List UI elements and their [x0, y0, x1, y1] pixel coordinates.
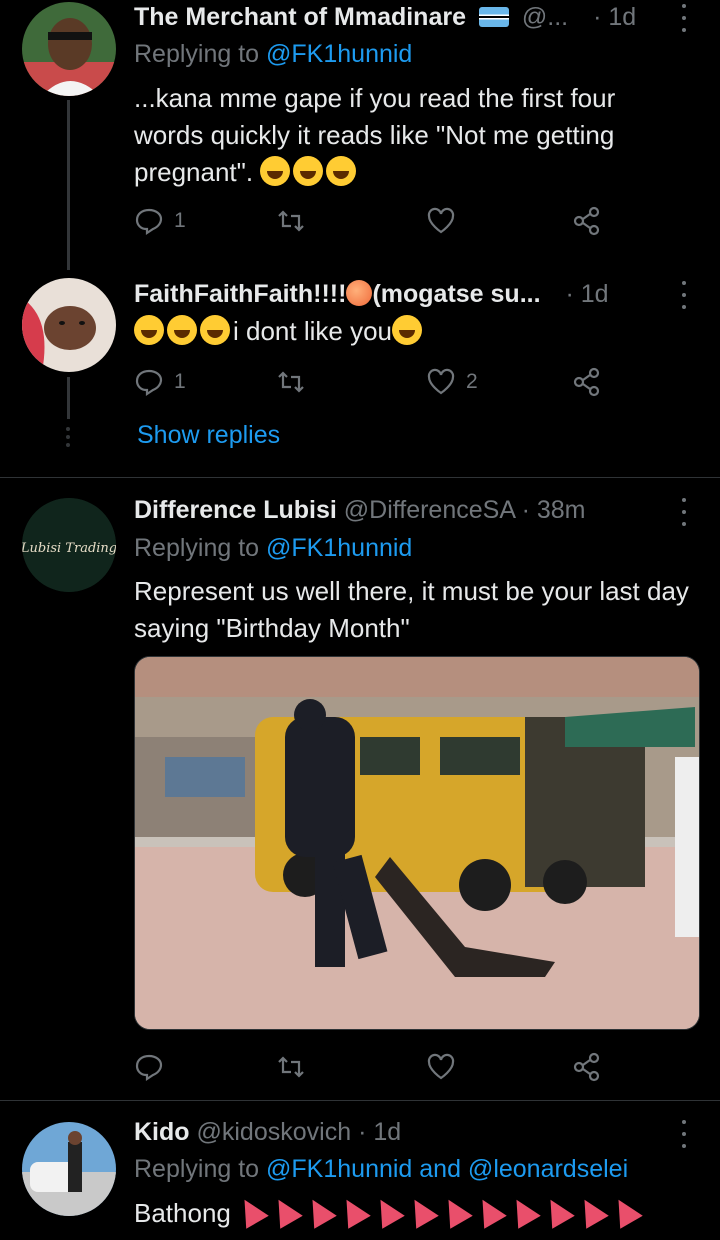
like-button[interactable] [426, 1050, 456, 1084]
party-popper-emoji [301, 1193, 337, 1229]
reply-button[interactable]: 1 [134, 365, 186, 399]
party-popper-emoji [471, 1193, 507, 1229]
timestamp[interactable]: · 1d [593, 3, 636, 31]
avatar[interactable]: Lubisi Trading [22, 498, 116, 592]
emoji-joy [200, 315, 230, 345]
like-icon [427, 207, 455, 234]
mention-link[interactable]: @FK1hunnid and @leonardselei [266, 1155, 628, 1183]
party-popper-emoji [607, 1193, 643, 1229]
mention-link[interactable]: @FK1hunnid [266, 534, 412, 562]
tweet-text: i dont like you [134, 313, 690, 350]
emoji-joy [167, 315, 197, 345]
flag-icon [478, 7, 509, 27]
share-button[interactable] [572, 204, 602, 238]
share-icon [573, 206, 600, 236]
tweet-actions: 1 [134, 204, 604, 238]
tweet-actions [134, 1050, 604, 1084]
more-icon[interactable] [674, 1120, 694, 1148]
tweet-merchant[interactable]: The Merchant of Mmadinare @... · 1d Repl… [0, 0, 720, 270]
emoji-joy [293, 156, 324, 186]
divider [0, 477, 720, 478]
display-name[interactable]: Kido [134, 1118, 190, 1146]
reply-button[interactable] [134, 1050, 164, 1084]
show-replies-link[interactable]: Show replies [137, 421, 280, 450]
like-icon [427, 368, 455, 395]
display-name[interactable]: The Merchant of Mmadinare [134, 3, 466, 31]
reply-icon [135, 208, 163, 236]
tweet-header: Kido @kidoskovich · 1d [134, 1115, 686, 1149]
share-icon [573, 1052, 600, 1082]
divider [0, 1100, 720, 1101]
share-icon [573, 367, 600, 397]
replying-to: Replying to @FK1hunnid and @leonardselei [134, 1155, 629, 1183]
retweet-button[interactable] [276, 365, 306, 399]
share-button[interactable] [572, 1050, 602, 1084]
peach-emoji [346, 280, 373, 306]
avatar[interactable] [22, 278, 116, 372]
party-popper-emoji [233, 1193, 269, 1229]
tweet-header: FaithFaithFaith!!!! (mogatse su... · 1d [134, 277, 686, 311]
emoji-joy [260, 156, 291, 186]
timestamp[interactable]: · 38m [522, 496, 586, 524]
like-button[interactable] [426, 204, 456, 238]
retweet-icon [278, 371, 304, 393]
tweet-text: ...kana mme gape if you read the first f… [134, 83, 616, 187]
more-icon[interactable] [674, 4, 694, 32]
logo-text: Lubisi Trading [22, 541, 116, 556]
tweet-media-image[interactable] [134, 656, 700, 1030]
avatar[interactable] [22, 1122, 116, 1216]
timestamp[interactable]: · 1d [566, 280, 609, 308]
handle[interactable]: @... [522, 3, 568, 31]
party-popper-emoji [573, 1193, 609, 1229]
street-scene-photo [135, 657, 699, 1029]
handle[interactable]: @DifferenceSA [344, 496, 515, 524]
tweet-text: Represent us well there, it must be your… [134, 576, 689, 643]
timestamp[interactable]: · 1d [358, 1118, 401, 1146]
party-popper-emoji [437, 1193, 473, 1229]
more-icon[interactable] [674, 498, 694, 526]
reply-icon [135, 369, 163, 397]
tweet-faith[interactable]: FaithFaithFaith!!!! (mogatse su... · 1d i… [0, 275, 720, 475]
party-popper-emoji [267, 1193, 303, 1229]
retweet-button[interactable] [276, 1050, 306, 1084]
emoji-joy [326, 156, 357, 186]
party-popper-emoji [403, 1193, 439, 1229]
tweet-kido[interactable]: Kido @kidoskovich · 1d Replying to @FK1h… [0, 1112, 720, 1240]
party-popper-emoji [369, 1193, 405, 1229]
retweet-icon [278, 1056, 304, 1078]
collapsed-thread-dots [66, 427, 70, 447]
tweet-text: Bathong [134, 1193, 690, 1232]
tweet-actions: 1 2 [134, 365, 604, 399]
display-name-suffix[interactable]: (mogatse su... [372, 280, 540, 308]
mention-link[interactable]: @FK1hunnid [266, 40, 412, 68]
replying-to: Replying to @FK1hunnid [134, 40, 413, 68]
handle[interactable]: @kidoskovich [197, 1118, 352, 1146]
tweet-header: Difference Lubisi @DifferenceSA · 38m [134, 493, 686, 527]
avatar[interactable] [22, 2, 116, 96]
reply-icon [135, 1054, 163, 1082]
thread-line [67, 377, 70, 419]
thread-line [67, 100, 70, 270]
like-button[interactable]: 2 [426, 365, 478, 399]
party-popper-emoji [505, 1193, 541, 1229]
display-name[interactable]: Difference Lubisi [134, 496, 337, 524]
retweet-button[interactable] [276, 204, 306, 238]
more-icon[interactable] [674, 281, 694, 309]
party-popper-emoji [335, 1193, 371, 1229]
party-popper-emoji [539, 1193, 575, 1229]
retweet-icon [278, 210, 304, 232]
tweet-difference[interactable]: Lubisi Trading Difference Lubisi @Differ… [0, 490, 720, 1095]
display-name[interactable]: FaithFaithFaith!!!! [134, 280, 346, 308]
tweet-header: The Merchant of Mmadinare @... · 1d [134, 0, 686, 34]
emoji-joy [391, 315, 422, 345]
reply-button[interactable]: 1 [134, 204, 186, 238]
share-button[interactable] [572, 365, 602, 399]
emoji-joy [134, 315, 164, 345]
replying-to: Replying to @FK1hunnid [134, 534, 413, 562]
like-icon [427, 1053, 455, 1080]
